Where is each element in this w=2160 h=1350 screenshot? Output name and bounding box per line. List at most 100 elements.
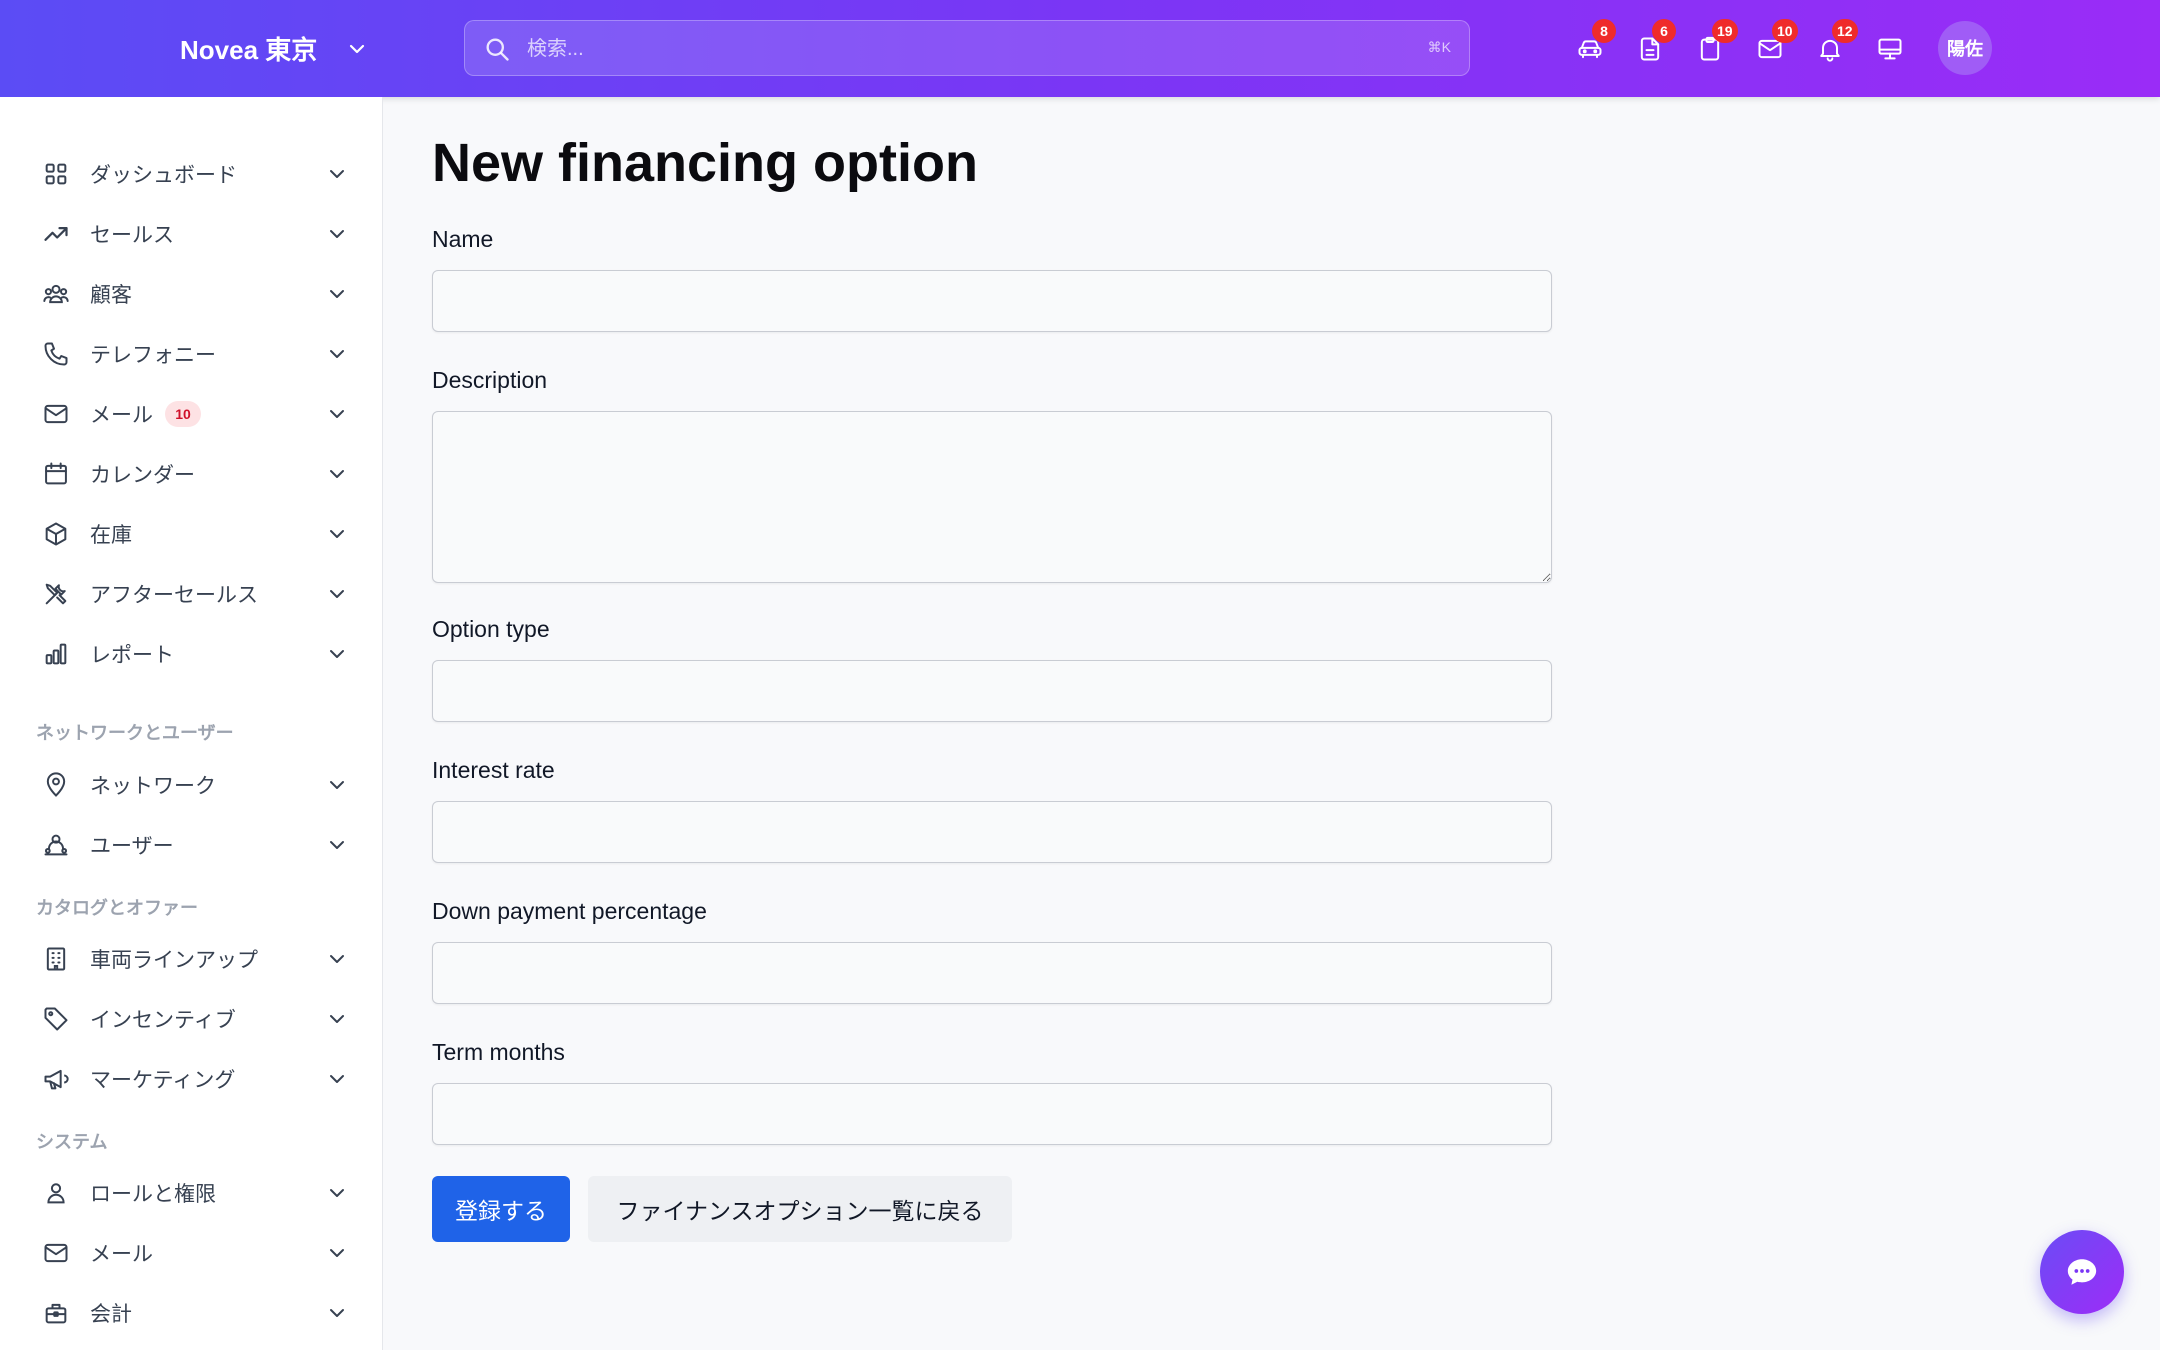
sidebar: ダッシュボード セールス 顧客 テレフォニー メール 10 カレンダー 在庫 ア… xyxy=(0,97,383,1350)
down-payment-input[interactable] xyxy=(432,942,1552,1004)
cube-icon xyxy=(45,522,67,546)
briefcase-icon xyxy=(45,1303,67,1324)
sidebar-item-sales[interactable]: セールス xyxy=(30,207,355,261)
chevron-down-icon xyxy=(330,530,344,538)
sidebar-item-label: テレフォニー xyxy=(90,344,216,367)
sidebar-item-telephony[interactable]: テレフォニー xyxy=(30,327,355,381)
sidebar-item-vehicle-lineup[interactable]: 車両ラインアップ xyxy=(30,932,355,986)
sidebar-item-label: セールス xyxy=(90,224,174,247)
search-shortcut: ⌘K xyxy=(1427,39,1451,55)
description-label: Description xyxy=(432,367,548,393)
trending-up-icon xyxy=(44,227,68,241)
sidebar-item-label: マーケティング xyxy=(90,1069,236,1092)
header-icon-group: 8 6 19 10 12 xyxy=(1560,0,1920,97)
users-icon xyxy=(43,284,69,304)
display-button[interactable] xyxy=(1860,19,1920,79)
sidebar-section-title: システム xyxy=(36,1132,108,1152)
back-to-list-button[interactable]: ファイナンスオプション一覧に戻る xyxy=(588,1176,1012,1242)
chat-bubble-icon xyxy=(2067,1259,2097,1285)
global-search[interactable]: ⌘K xyxy=(464,20,1470,77)
option-type-label: Option type xyxy=(432,616,550,642)
chevron-down-icon xyxy=(330,290,344,298)
term-months-input[interactable] xyxy=(432,1083,1552,1145)
bar-chart-icon xyxy=(45,643,67,665)
sidebar-item-label: ネットワーク xyxy=(90,775,216,798)
top-bar: Novea 東京 ⌘K 8 6 19 10 12 陽佐 xyxy=(0,0,2160,97)
chevron-down-icon xyxy=(330,650,344,658)
documents-button[interactable]: 6 xyxy=(1620,18,1680,79)
chevron-down-icon xyxy=(330,781,344,789)
sidebar-item-roles[interactable]: ロールと権限 xyxy=(30,1166,355,1220)
chevron-down-icon xyxy=(330,350,344,358)
sidebar-item-label: ダッシュボード xyxy=(90,164,237,187)
sidebar-item-customers[interactable]: 顧客 xyxy=(30,267,355,321)
tasks-button[interactable]: 19 xyxy=(1680,18,1740,79)
chevron-down-icon xyxy=(330,230,344,238)
sidebar-item-network[interactable]: ネットワーク xyxy=(30,758,355,812)
page-title: New financing option xyxy=(432,133,978,193)
notification-badge: 12 xyxy=(1832,18,1858,43)
name-input[interactable] xyxy=(432,270,1552,332)
user-icon xyxy=(47,1183,65,1204)
chevron-down-icon xyxy=(330,1249,344,1257)
sidebar-item-reports[interactable]: レポート xyxy=(30,627,355,681)
tag-icon xyxy=(44,1007,68,1031)
chevron-down-icon xyxy=(350,44,365,53)
name-label: Name xyxy=(432,226,494,252)
brand-switcher[interactable]: Novea 東京 xyxy=(180,0,369,97)
sidebar-item-marketing[interactable]: マーケティング xyxy=(30,1052,355,1106)
interest-rate-input[interactable] xyxy=(432,801,1552,863)
search-input[interactable] xyxy=(525,21,1389,77)
sidebar-section-title: カタログとオファー xyxy=(36,898,198,918)
sidebar-section-title: ネットワークとユーザー xyxy=(36,723,234,743)
sidebar-item-label: レポート xyxy=(90,644,174,667)
chevron-down-icon xyxy=(330,470,344,478)
chevron-down-icon xyxy=(330,841,344,849)
chevron-down-icon xyxy=(330,1309,344,1317)
sidebar-item-accounting[interactable]: 会計 xyxy=(30,1286,355,1340)
sidebar-item-label: メール xyxy=(90,404,153,427)
mail-icon xyxy=(44,1243,68,1263)
sidebar-item-calendar[interactable]: カレンダー xyxy=(30,447,355,501)
user-avatar[interactable]: 陽佐 xyxy=(1938,21,1992,75)
building-icon xyxy=(46,947,66,971)
unread-badge: 10 xyxy=(165,401,201,427)
chevron-down-icon xyxy=(330,1075,344,1083)
sidebar-item-label: アフターセールス xyxy=(90,584,258,607)
chevron-down-icon xyxy=(330,590,344,598)
sidebar-item-label: 会計 xyxy=(90,1303,132,1326)
sidebar-item-aftersales[interactable]: アフターセールス xyxy=(30,567,355,621)
megaphone-icon xyxy=(44,1069,69,1090)
sidebar-item-label: 車両ラインアップ xyxy=(90,949,258,972)
tools-icon xyxy=(45,583,67,605)
vehicles-button[interactable]: 8 xyxy=(1560,18,1620,79)
description-textarea[interactable] xyxy=(432,411,1552,583)
submit-button[interactable]: 登録する xyxy=(432,1176,570,1242)
sidebar-item-incentives[interactable]: インセンティブ xyxy=(30,992,355,1046)
calendar-icon xyxy=(45,462,67,485)
sidebar-item-inventory[interactable]: 在庫 xyxy=(30,507,355,561)
sidebar-item-system-mail[interactable]: メール xyxy=(30,1226,355,1280)
brand-name: Novea 東京 xyxy=(180,35,318,65)
sidebar-item-label: ロールと権限 xyxy=(90,1183,216,1206)
chevron-down-icon xyxy=(330,1189,344,1197)
sidebar-item-label: インセンティブ xyxy=(90,1009,236,1032)
sidebar-item-label: メール xyxy=(90,1243,153,1266)
messages-button[interactable]: 10 xyxy=(1740,18,1800,79)
sidebar-item-mail[interactable]: メール 10 xyxy=(30,387,355,441)
user-group-icon xyxy=(44,834,68,856)
sidebar-item-users[interactable]: ユーザー xyxy=(30,818,355,872)
grid-icon xyxy=(45,163,67,185)
sidebar-item-dashboard[interactable]: ダッシュボード xyxy=(30,147,355,201)
down-payment-label: Down payment percentage xyxy=(432,898,707,924)
notification-badge: 8 xyxy=(1592,18,1616,43)
chat-button[interactable] xyxy=(2040,1230,2124,1314)
search-icon xyxy=(486,38,509,61)
option-type-input[interactable] xyxy=(432,660,1552,722)
sidebar-item-label: 顧客 xyxy=(90,284,132,307)
notifications-button[interactable]: 12 xyxy=(1800,18,1860,79)
notification-badge: 19 xyxy=(1712,18,1738,43)
interest-rate-label: Interest rate xyxy=(432,757,555,783)
chevron-down-icon xyxy=(330,410,344,418)
notification-badge: 6 xyxy=(1652,18,1676,43)
